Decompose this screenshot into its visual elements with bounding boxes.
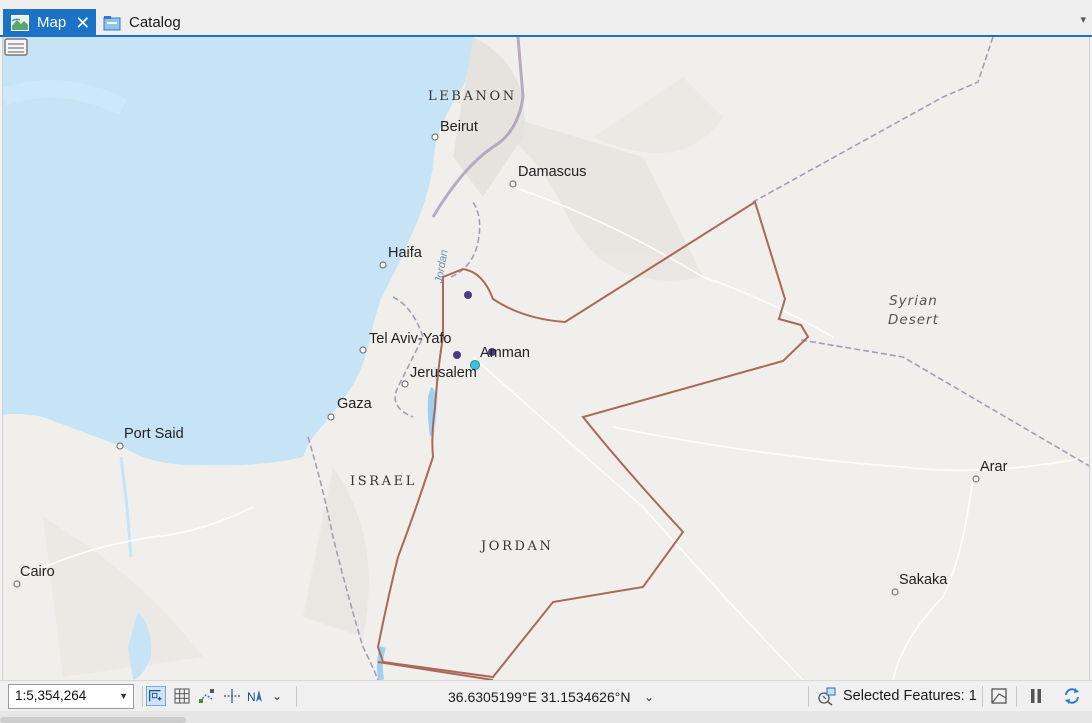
separator (1016, 686, 1017, 707)
grid-icon[interactable] (172, 686, 192, 706)
map-label-jordan: JORDAN (481, 539, 554, 554)
map-frame-icon[interactable] (989, 686, 1009, 706)
map-label-jerusalem: Jerusalem (410, 365, 477, 381)
map-label-cairo: Cairo (20, 564, 55, 580)
map-label-israel: ISRAEL (350, 474, 417, 489)
map-label-syrian-desert-line2: Desert (888, 312, 939, 328)
map-label-port-said: Port Said (124, 426, 184, 442)
tab-catalog[interactable]: Catalog (103, 9, 203, 36)
scale-value: 1:5,354,264 (15, 688, 87, 703)
refresh-icon[interactable] (1062, 686, 1082, 706)
dynamic-constraints-icon[interactable] (222, 686, 242, 706)
svg-text:N: N (247, 690, 256, 704)
map-label-haifa: Haifa (388, 245, 422, 261)
map-label-tel-aviv: Tel Aviv-Yafo (369, 331, 452, 347)
chevron-down-icon[interactable]: ⌄ (272, 689, 286, 709)
basemap-gallery-icon[interactable] (3, 37, 29, 59)
tab-catalog-label: Catalog (129, 14, 181, 31)
map-label-amman: Amman (480, 345, 530, 361)
feature-point (464, 291, 472, 299)
map-label-sakaka: Sakaka (899, 572, 948, 588)
separator (142, 686, 143, 707)
map-icon (11, 14, 29, 31)
coordinates-readout: 36.6305199°E 31.1534626°N (448, 689, 631, 705)
map-label-syrian-desert-line1: Syrian (889, 293, 938, 309)
select-by-location-icon[interactable] (817, 686, 837, 706)
scrollbar-thumb[interactable] (0, 717, 186, 723)
constraints-icon[interactable] (197, 686, 217, 706)
feature-point (453, 351, 461, 359)
chevron-down-icon: ▼ (119, 691, 128, 701)
tab-bar: Map ✕ Catalog ▾ (0, 0, 1092, 37)
catalog-icon (103, 15, 121, 30)
map-label-damascus: Damascus (518, 164, 587, 180)
pause-icon[interactable] (1026, 686, 1046, 706)
close-icon[interactable]: ✕ (75, 14, 90, 32)
map-view-window: Map ✕ Catalog ▾ LEBANON Beirut Damascus … (0, 0, 1092, 723)
separator (982, 686, 983, 707)
map-canvas[interactable]: LEBANON Beirut Damascus Haifa Jordan Tel… (2, 37, 1090, 680)
tab-map-label: Map (37, 14, 67, 31)
chevron-down-icon[interactable]: ⌄ (644, 690, 654, 704)
horizontal-scrollbar[interactable] (0, 711, 1092, 723)
status-bar: 1:5,354,264 ▼ N ⌄ 36.6305199°E 31.153462… (0, 680, 1092, 711)
map-label-beirut: Beirut (440, 119, 478, 135)
selected-features-count[interactable]: Selected Features: 1 (843, 688, 977, 704)
map-label-gaza: Gaza (337, 396, 372, 412)
map-label-lebanon: LEBANON (428, 89, 517, 104)
map-label-arar: Arar (980, 459, 1008, 475)
tab-map[interactable]: Map ✕ (3, 9, 96, 36)
separator (808, 686, 809, 707)
scale-selector[interactable]: 1:5,354,264 ▼ (8, 684, 134, 709)
snapping-icon[interactable] (146, 686, 166, 706)
north-arrow-icon[interactable]: N (246, 686, 266, 706)
chevron-down-icon[interactable]: ▾ (1080, 13, 1086, 26)
separator (296, 686, 297, 707)
map-label-syrian-desert: Syrian Desert (888, 292, 939, 330)
